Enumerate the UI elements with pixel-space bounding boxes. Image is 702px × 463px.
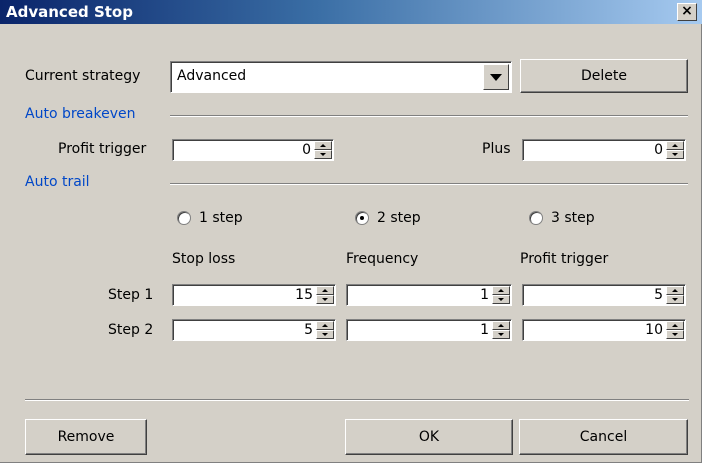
current-strategy-label: Current strategy: [25, 68, 141, 84]
step-1-profit-trigger-spinner[interactable]: [666, 286, 684, 304]
breakeven-plus-spinner[interactable]: [666, 141, 684, 159]
step-2-stop-loss-input[interactable]: 5: [172, 319, 336, 341]
title-bar[interactable]: Advanced Stop ×: [0, 0, 702, 24]
breakeven-profit-trigger-value: 0: [302, 142, 311, 158]
spin-up-icon[interactable]: [666, 141, 684, 150]
step-1-stop-loss-spinner[interactable]: [316, 286, 334, 304]
step-2-profit-trigger-spinner[interactable]: [666, 321, 684, 339]
radio-3-step-label[interactable]: 3 step: [551, 210, 595, 226]
radio-1-step[interactable]: [177, 211, 191, 225]
spin-up-icon[interactable]: [492, 286, 510, 295]
remove-button[interactable]: Remove: [25, 419, 147, 455]
cancel-button[interactable]: Cancel: [519, 419, 688, 455]
delete-button[interactable]: Delete: [520, 59, 688, 93]
radio-3-step[interactable]: [529, 211, 543, 225]
breakeven-profit-trigger-input[interactable]: 0: [172, 139, 334, 161]
step-1-frequency-input[interactable]: 1: [346, 284, 512, 306]
spin-down-icon[interactable]: [666, 330, 684, 339]
radio-2-step[interactable]: [355, 211, 369, 225]
spin-down-icon[interactable]: [492, 330, 510, 339]
spin-down-icon[interactable]: [666, 295, 684, 304]
auto-breakeven-section-label: Auto breakeven: [25, 106, 136, 122]
step-1-profit-trigger-input[interactable]: 5: [522, 284, 686, 306]
radio-1-step-label[interactable]: 1 step: [199, 210, 243, 226]
profit-trigger-label: Profit trigger: [58, 141, 147, 157]
spin-down-icon[interactable]: [666, 150, 684, 159]
dialog-title: Advanced Stop: [6, 3, 133, 21]
plus-label: Plus: [482, 141, 511, 157]
step-1-profit-trigger-value: 5: [654, 287, 663, 303]
spin-down-icon[interactable]: [316, 330, 334, 339]
step-2-frequency-spinner[interactable]: [492, 321, 510, 339]
spin-down-icon[interactable]: [316, 295, 334, 304]
breakeven-plus-value: 0: [654, 142, 663, 158]
step-2-profit-trigger-input[interactable]: 10: [522, 319, 686, 341]
ok-button[interactable]: OK: [345, 419, 513, 455]
column-header-stop-loss: Stop loss: [172, 251, 236, 267]
spin-down-icon[interactable]: [492, 295, 510, 304]
footer-separator: [25, 399, 689, 401]
advanced-stop-dialog: Advanced Stop × Current strategy Advance…: [0, 0, 702, 463]
step-1-label: Step 1: [108, 287, 154, 303]
spin-up-icon[interactable]: [492, 321, 510, 330]
dropdown-arrow-icon[interactable]: [483, 64, 509, 90]
spin-down-icon[interactable]: [314, 150, 332, 159]
step-2-frequency-input[interactable]: 1: [346, 319, 512, 341]
step-1-frequency-spinner[interactable]: [492, 286, 510, 304]
step-2-profit-trigger-value: 10: [645, 322, 663, 338]
breakeven-plus-input[interactable]: 0: [522, 139, 686, 161]
step-1-stop-loss-value: 15: [295, 287, 313, 303]
step-1-stop-loss-input[interactable]: 15: [172, 284, 336, 306]
strategy-dropdown[interactable]: Advanced: [170, 61, 512, 93]
breakeven-profit-trigger-spinner[interactable]: [314, 141, 332, 159]
auto-trail-section-label: Auto trail: [25, 174, 90, 190]
step-2-frequency-value: 1: [480, 322, 489, 338]
spin-up-icon[interactable]: [316, 286, 334, 295]
close-button[interactable]: ×: [677, 3, 697, 21]
spin-up-icon[interactable]: [666, 286, 684, 295]
auto-trail-separator: [170, 183, 688, 185]
auto-breakeven-separator: [170, 115, 688, 117]
strategy-value: Advanced: [177, 68, 247, 84]
column-header-profit-trigger: Profit trigger: [520, 251, 609, 267]
step-2-stop-loss-value: 5: [304, 322, 313, 338]
radio-2-step-label[interactable]: 2 step: [377, 210, 421, 226]
spin-up-icon[interactable]: [314, 141, 332, 150]
column-header-frequency: Frequency: [346, 251, 419, 267]
spin-up-icon[interactable]: [666, 321, 684, 330]
step-2-stop-loss-spinner[interactable]: [316, 321, 334, 339]
spin-up-icon[interactable]: [316, 321, 334, 330]
step-2-label: Step 2: [108, 322, 154, 338]
step-1-frequency-value: 1: [480, 287, 489, 303]
